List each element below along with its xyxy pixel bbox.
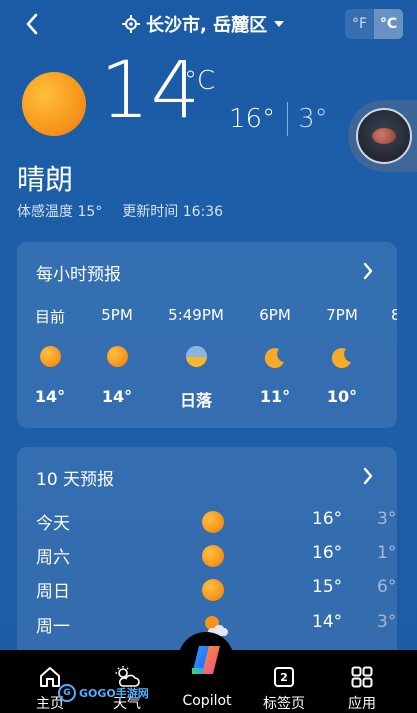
sunset-icon [184,346,208,370]
nav-weather[interactable]: 天气 [92,650,162,713]
updated-time: 更新时间 16:36 [122,204,224,220]
nav-copilot-label: Copilot [182,693,232,709]
sun-icon [202,545,224,567]
back-button[interactable] [18,10,46,38]
caret-down-icon [274,21,285,27]
current-details: 体感温度 15° 更新时间 16:36 [17,201,223,221]
unit-fahrenheit-button[interactable]: °F [345,9,374,39]
day-name: 今天 [36,514,70,534]
current-condition: 晴朗 [17,163,74,196]
nav-apps-label: 应用 [348,696,376,712]
copilot-logo-icon [192,646,220,674]
sun-icon [105,346,129,370]
today-low: 3° [298,104,328,134]
day-high: 15° [312,577,343,597]
hourly-item: 6PM 11° [242,306,308,406]
daily-row[interactable]: 今天 16° 3° [36,509,396,535]
nav-tabs[interactable]: 2 标签页 [249,650,319,713]
back-arrow-icon [26,13,38,35]
tabs-count: 2 [274,667,294,687]
chevron-right-icon [363,262,373,280]
hourly-time: 5PM [101,306,133,324]
hourly-forecast-title: 每小时预报 [36,265,121,285]
apps-grid-icon [349,664,375,690]
day-high: 16° [312,543,343,563]
tabs-icon: 2 [271,664,297,690]
bean-icon [372,128,396,144]
day-low: 1° [377,543,397,563]
nav-tabs-label: 标签页 [263,696,305,712]
sun-icon [38,346,62,370]
daily-expand-button[interactable] [357,465,379,487]
current-sun-icon [22,72,86,136]
day-high: 16° [312,509,343,529]
floating-assistant-bubble[interactable] [348,100,417,172]
chevron-right-icon [363,467,373,485]
hourly-time: 目前 [34,308,65,326]
hourly-item: 5PM 14° [84,306,150,406]
nav-apps[interactable]: 应用 [327,650,397,713]
hourly-time: 7PM [326,306,358,324]
top-bar: 长沙市, 岳麓区 °F °C [0,0,417,48]
day-low: 3° [377,612,397,632]
daily-forecast-title: 10 天预报 [36,470,115,490]
moon-icon [330,346,354,370]
day-low: 3° [377,509,397,529]
location-target-icon [122,15,140,33]
high-low-divider [287,102,289,136]
hourly-item: 7PM 10° [309,306,375,406]
assistant-avatar-icon [356,108,412,164]
hourly-temp: 14° [34,387,66,406]
day-high: 14° [312,612,343,632]
nav-home[interactable]: 主页 [15,650,85,713]
current-temperature-unit: °C [184,66,216,96]
hourly-temp: 10° [326,387,358,406]
moon-icon [263,346,287,370]
feels-like: 体感温度 15° [17,204,103,220]
unit-toggle[interactable]: °F °C [345,9,403,39]
day-name: 周六 [36,548,70,568]
day-name: 周日 [36,582,70,602]
hourly-temp: 14° [101,387,133,406]
watermark: G GOGO手游网 [58,683,149,703]
hourly-time: 6PM [259,306,291,324]
daily-row[interactable]: 周六 16° 1° [36,543,396,569]
location-name: 长沙市, 岳麓区 [146,15,268,36]
hourly-item: 8 [367,306,397,326]
sun-icon [202,511,224,533]
watermark-logo-icon: G [58,684,76,702]
day-low: 6° [377,577,397,597]
sun-icon [202,579,224,601]
copilot-button[interactable] [178,632,234,688]
hourly-expand-button[interactable] [357,260,379,282]
hourly-time: 5:49PM [168,306,224,324]
hourly-time: 8 [391,306,397,324]
daily-row[interactable]: 周日 15° 6° [36,577,396,603]
hourly-forecast-card[interactable]: 每小时预报 目前 14° 5PM 14° 5:49PM 日落 6PM 11° 7… [17,242,397,428]
today-high-low: 16° 3° [229,102,328,136]
hourly-temp: 11° [259,387,291,406]
watermark-text: GOGO手游网 [79,687,149,700]
hourly-item: 目前 14° [17,306,83,406]
hourly-temp: 日落 [179,391,212,410]
unit-celsius-button[interactable]: °C [374,9,403,39]
hourly-item: 5:49PM 日落 [163,306,229,411]
location-selector[interactable]: 长沙市, 岳麓区 [122,10,285,38]
day-name: 周一 [36,617,70,637]
today-high: 16° [229,104,276,134]
